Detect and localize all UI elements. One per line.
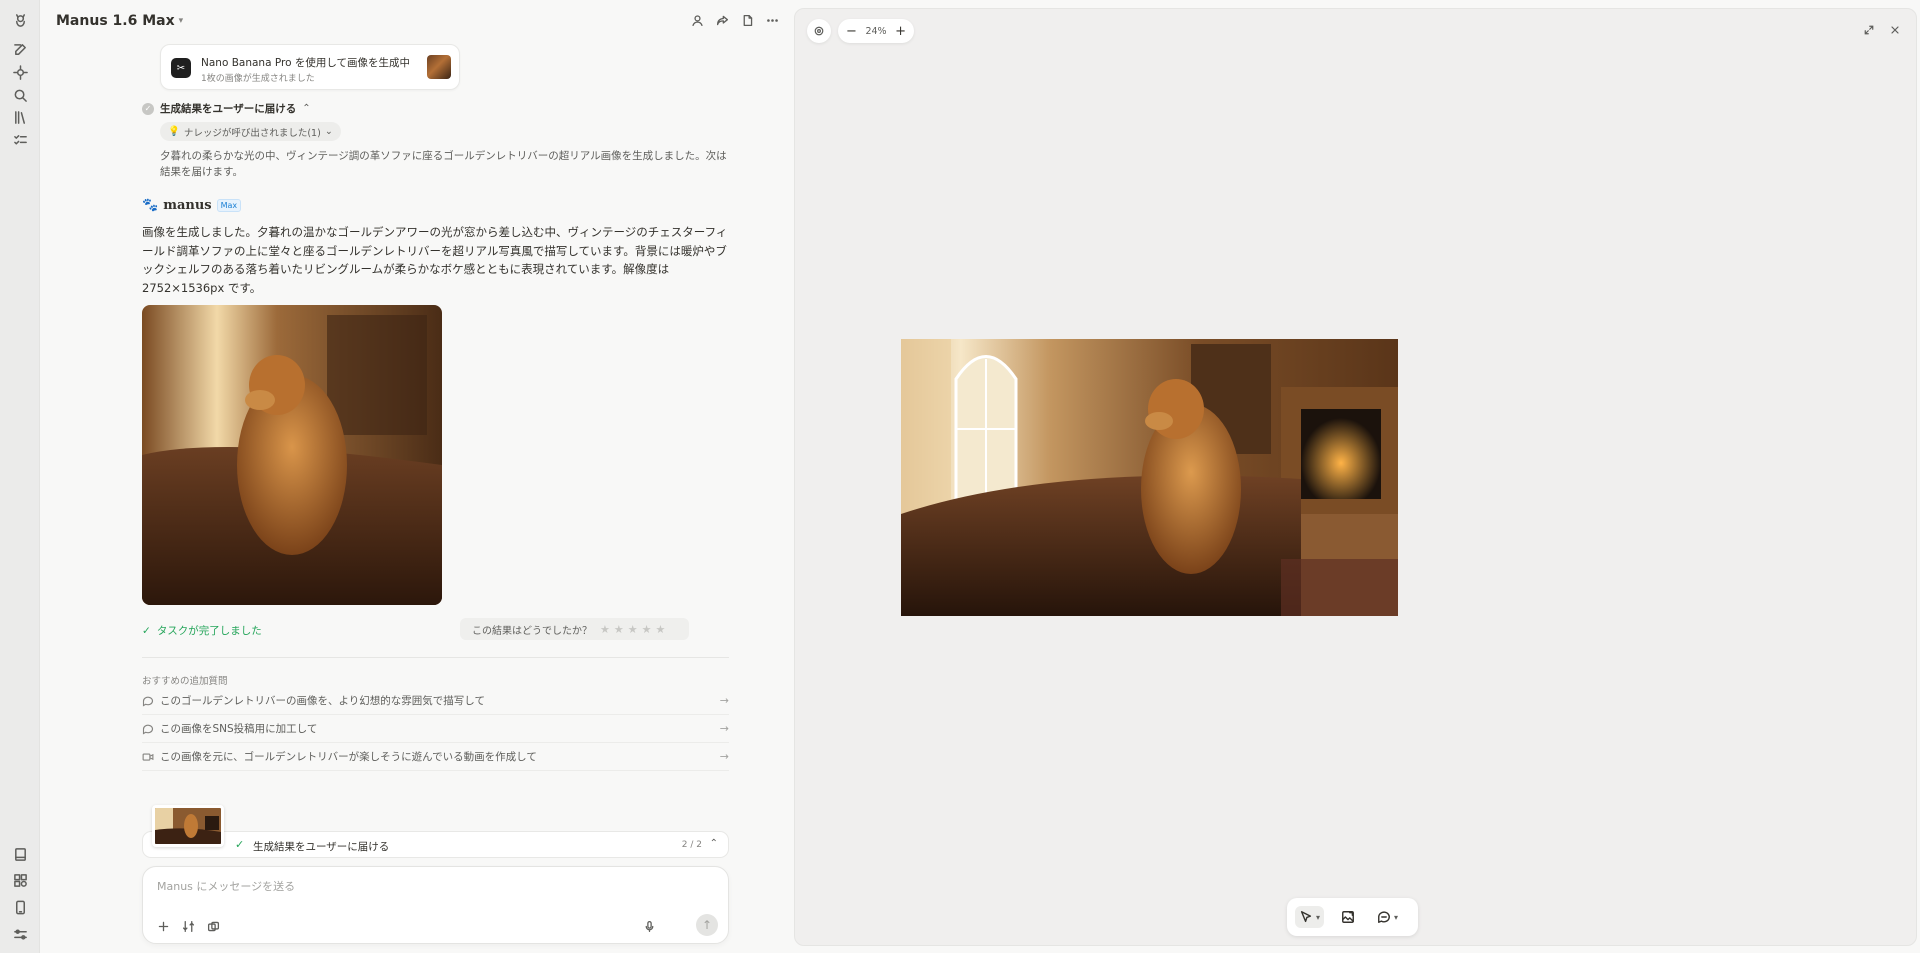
zoom-out-button[interactable]: − xyxy=(846,24,857,39)
agent-header: 🐾 manus Max xyxy=(142,198,242,213)
chat-header: Manus 1.6 Max ▾ xyxy=(40,0,793,42)
step-description: 夕暮れの柔らかな光の中、ヴィンテージ調の革ソファに座るゴールデンレトリバーの超リ… xyxy=(160,150,727,178)
tool-call-title: Nano Banana Pro を使用して画像を生成中 xyxy=(201,57,411,69)
mobile-icon[interactable] xyxy=(10,897,30,917)
step-status-icon: ✓ xyxy=(142,102,154,115)
task-complete-label: タスクが完了しました xyxy=(156,625,262,637)
tool-call-subtitle: 1枚の画像が生成されました xyxy=(201,74,315,84)
zoom-in-button[interactable]: + xyxy=(895,24,906,39)
edit-image-tool[interactable] xyxy=(1341,906,1355,928)
comment-tool[interactable]: ▾ xyxy=(1377,906,1398,928)
agents-icon[interactable] xyxy=(10,62,30,82)
manus-logo-icon[interactable] xyxy=(10,10,30,30)
send-button[interactable]: ↑ xyxy=(696,914,718,936)
settings-icon[interactable] xyxy=(10,924,30,944)
apps-icon[interactable] xyxy=(10,870,30,890)
task-complete-status: ✓ タスクが完了しました xyxy=(142,623,262,638)
suggestion-text: このゴールデンレトリバーの画像を、より幻想的な雰囲気で描写して xyxy=(160,695,485,707)
star-icon[interactable]: ★ xyxy=(600,623,610,636)
generated-image-thumbnail[interactable] xyxy=(427,55,451,79)
chevron-down-icon: ▾ xyxy=(1316,912,1321,922)
library-icon[interactable] xyxy=(10,107,30,127)
plan-badge: Max xyxy=(216,199,242,212)
chevron-up-icon[interactable]: ⌃ xyxy=(710,838,718,849)
knowledge-pill[interactable]: 💡 ナレッジが呼び出されました(1) ⌄ xyxy=(160,122,341,141)
chevron-down-icon: ▾ xyxy=(1394,912,1399,922)
agent-name: manus xyxy=(163,198,212,213)
microphone-icon[interactable] xyxy=(639,916,659,936)
divider xyxy=(142,657,729,658)
suggestion-text: この画像をSNS投稿用に加工して xyxy=(160,723,318,735)
suggestion-text: この画像を元に、ゴールデンレトリバーが楽しそうに遊んでいる動画を作成して xyxy=(160,751,537,763)
viewer-toolbar: ▾ ▾ xyxy=(1287,898,1418,936)
progress-thumbnail[interactable] xyxy=(152,805,224,847)
model-selector[interactable]: Manus 1.6 Max ▾ xyxy=(56,13,183,29)
star-icon[interactable]: ★ xyxy=(642,623,652,636)
chevron-up-icon: ⌃ xyxy=(302,103,311,114)
preview-image[interactable] xyxy=(901,339,1398,616)
search-icon[interactable] xyxy=(10,85,30,105)
book-icon[interactable] xyxy=(10,844,30,864)
task-progress-card[interactable]: ✓ 生成結果をユーザーに届ける 2 / 2 ⌃ xyxy=(142,805,729,858)
star-icon[interactable]: ★ xyxy=(628,623,638,636)
person-icon[interactable] xyxy=(689,12,705,28)
app-window: Manus 1.6 Max ▾ ✂ Nano Banana Pro を使用して画… xyxy=(0,0,1920,953)
model-name: Manus 1.6 Max xyxy=(56,13,175,29)
file-icon[interactable] xyxy=(739,12,755,28)
rating-widget: この結果はどうでしたか？ ★ ★ ★ ★ ★ xyxy=(460,618,689,640)
image-generation-icon: ✂ xyxy=(171,58,191,78)
chevron-down-icon: ▾ xyxy=(178,16,184,26)
share-icon[interactable] xyxy=(714,12,730,28)
add-icon[interactable] xyxy=(153,916,173,936)
new-task-icon[interactable] xyxy=(10,39,30,59)
tools-icon[interactable] xyxy=(178,916,198,936)
comment-icon xyxy=(1378,911,1390,923)
fit-view-icon[interactable] xyxy=(807,19,831,43)
message-input[interactable]: Manus にメッセージを送る xyxy=(157,878,295,894)
zoom-level: 24% xyxy=(865,25,887,37)
chat-panel: Manus 1.6 Max ▾ ✂ Nano Banana Pro を使用して画… xyxy=(40,0,793,953)
image-edit-icon xyxy=(1342,911,1354,923)
chat-bubble-icon xyxy=(142,696,154,706)
zoom-control: − 24% + xyxy=(838,19,914,43)
arrow-right-icon: → xyxy=(719,722,729,735)
agent-message: 画像を生成しました。夕暮れの温かなゴールデンアワーの光が窓から差し込む中、ヴィン… xyxy=(142,225,728,295)
suggestions-heading: おすすめの追加質問 xyxy=(142,676,228,687)
left-rail xyxy=(0,0,40,953)
rating-stars[interactable]: ★ ★ ★ ★ ★ xyxy=(600,623,665,636)
manus-logo-icon: 🐾 xyxy=(142,198,159,213)
arrow-right-icon: → xyxy=(719,750,729,763)
knowledge-label: ナレッジが呼び出されました(1) xyxy=(183,127,321,139)
connector-icon[interactable] xyxy=(203,916,223,936)
lightbulb-icon: 💡 xyxy=(168,126,180,137)
star-icon[interactable]: ★ xyxy=(614,623,624,636)
rating-prompt: この結果はどうでしたか？ xyxy=(472,625,592,637)
tasks-icon[interactable] xyxy=(10,130,30,150)
plan-step[interactable]: ✓ 生成結果をユーザーに届ける ⌃ xyxy=(142,101,311,116)
more-icon[interactable] xyxy=(764,12,780,28)
arrow-right-icon: → xyxy=(719,694,729,707)
chevron-down-icon: ⌄ xyxy=(324,126,333,137)
check-icon: ✓ xyxy=(235,838,245,851)
progress-count: 2 / 2 xyxy=(681,840,702,850)
chat-bubble-icon xyxy=(142,724,154,734)
suggestion-item[interactable]: この画像を元に、ゴールデンレトリバーが楽しそうに遊んでいる動画を作成して → xyxy=(142,743,729,771)
suggestion-item[interactable]: このゴールデンレトリバーの画像を、より幻想的な雰囲気で描写して → xyxy=(142,687,729,715)
star-icon[interactable]: ★ xyxy=(656,623,666,636)
step-label: 生成結果をユーザーに届ける xyxy=(160,103,297,115)
tool-call-card[interactable]: ✂ Nano Banana Pro を使用して画像を生成中 1枚の画像が生成され… xyxy=(160,44,460,90)
video-icon xyxy=(142,752,154,761)
select-tool[interactable]: ▾ xyxy=(1295,906,1325,928)
expand-icon[interactable] xyxy=(1860,21,1878,39)
cursor-icon xyxy=(1300,911,1312,923)
check-icon: ✓ xyxy=(142,624,151,637)
progress-label: 生成結果をユーザーに届ける xyxy=(253,841,390,853)
header-actions xyxy=(689,12,780,28)
image-viewer-panel: − 24% + ▾ ▾ xyxy=(794,8,1917,946)
close-icon[interactable] xyxy=(1886,21,1904,39)
message-composer: Manus にメッセージを送る ↑ xyxy=(142,866,729,944)
generated-image[interactable] xyxy=(142,305,442,605)
suggestion-item[interactable]: この画像をSNS投稿用に加工して → xyxy=(142,715,729,743)
